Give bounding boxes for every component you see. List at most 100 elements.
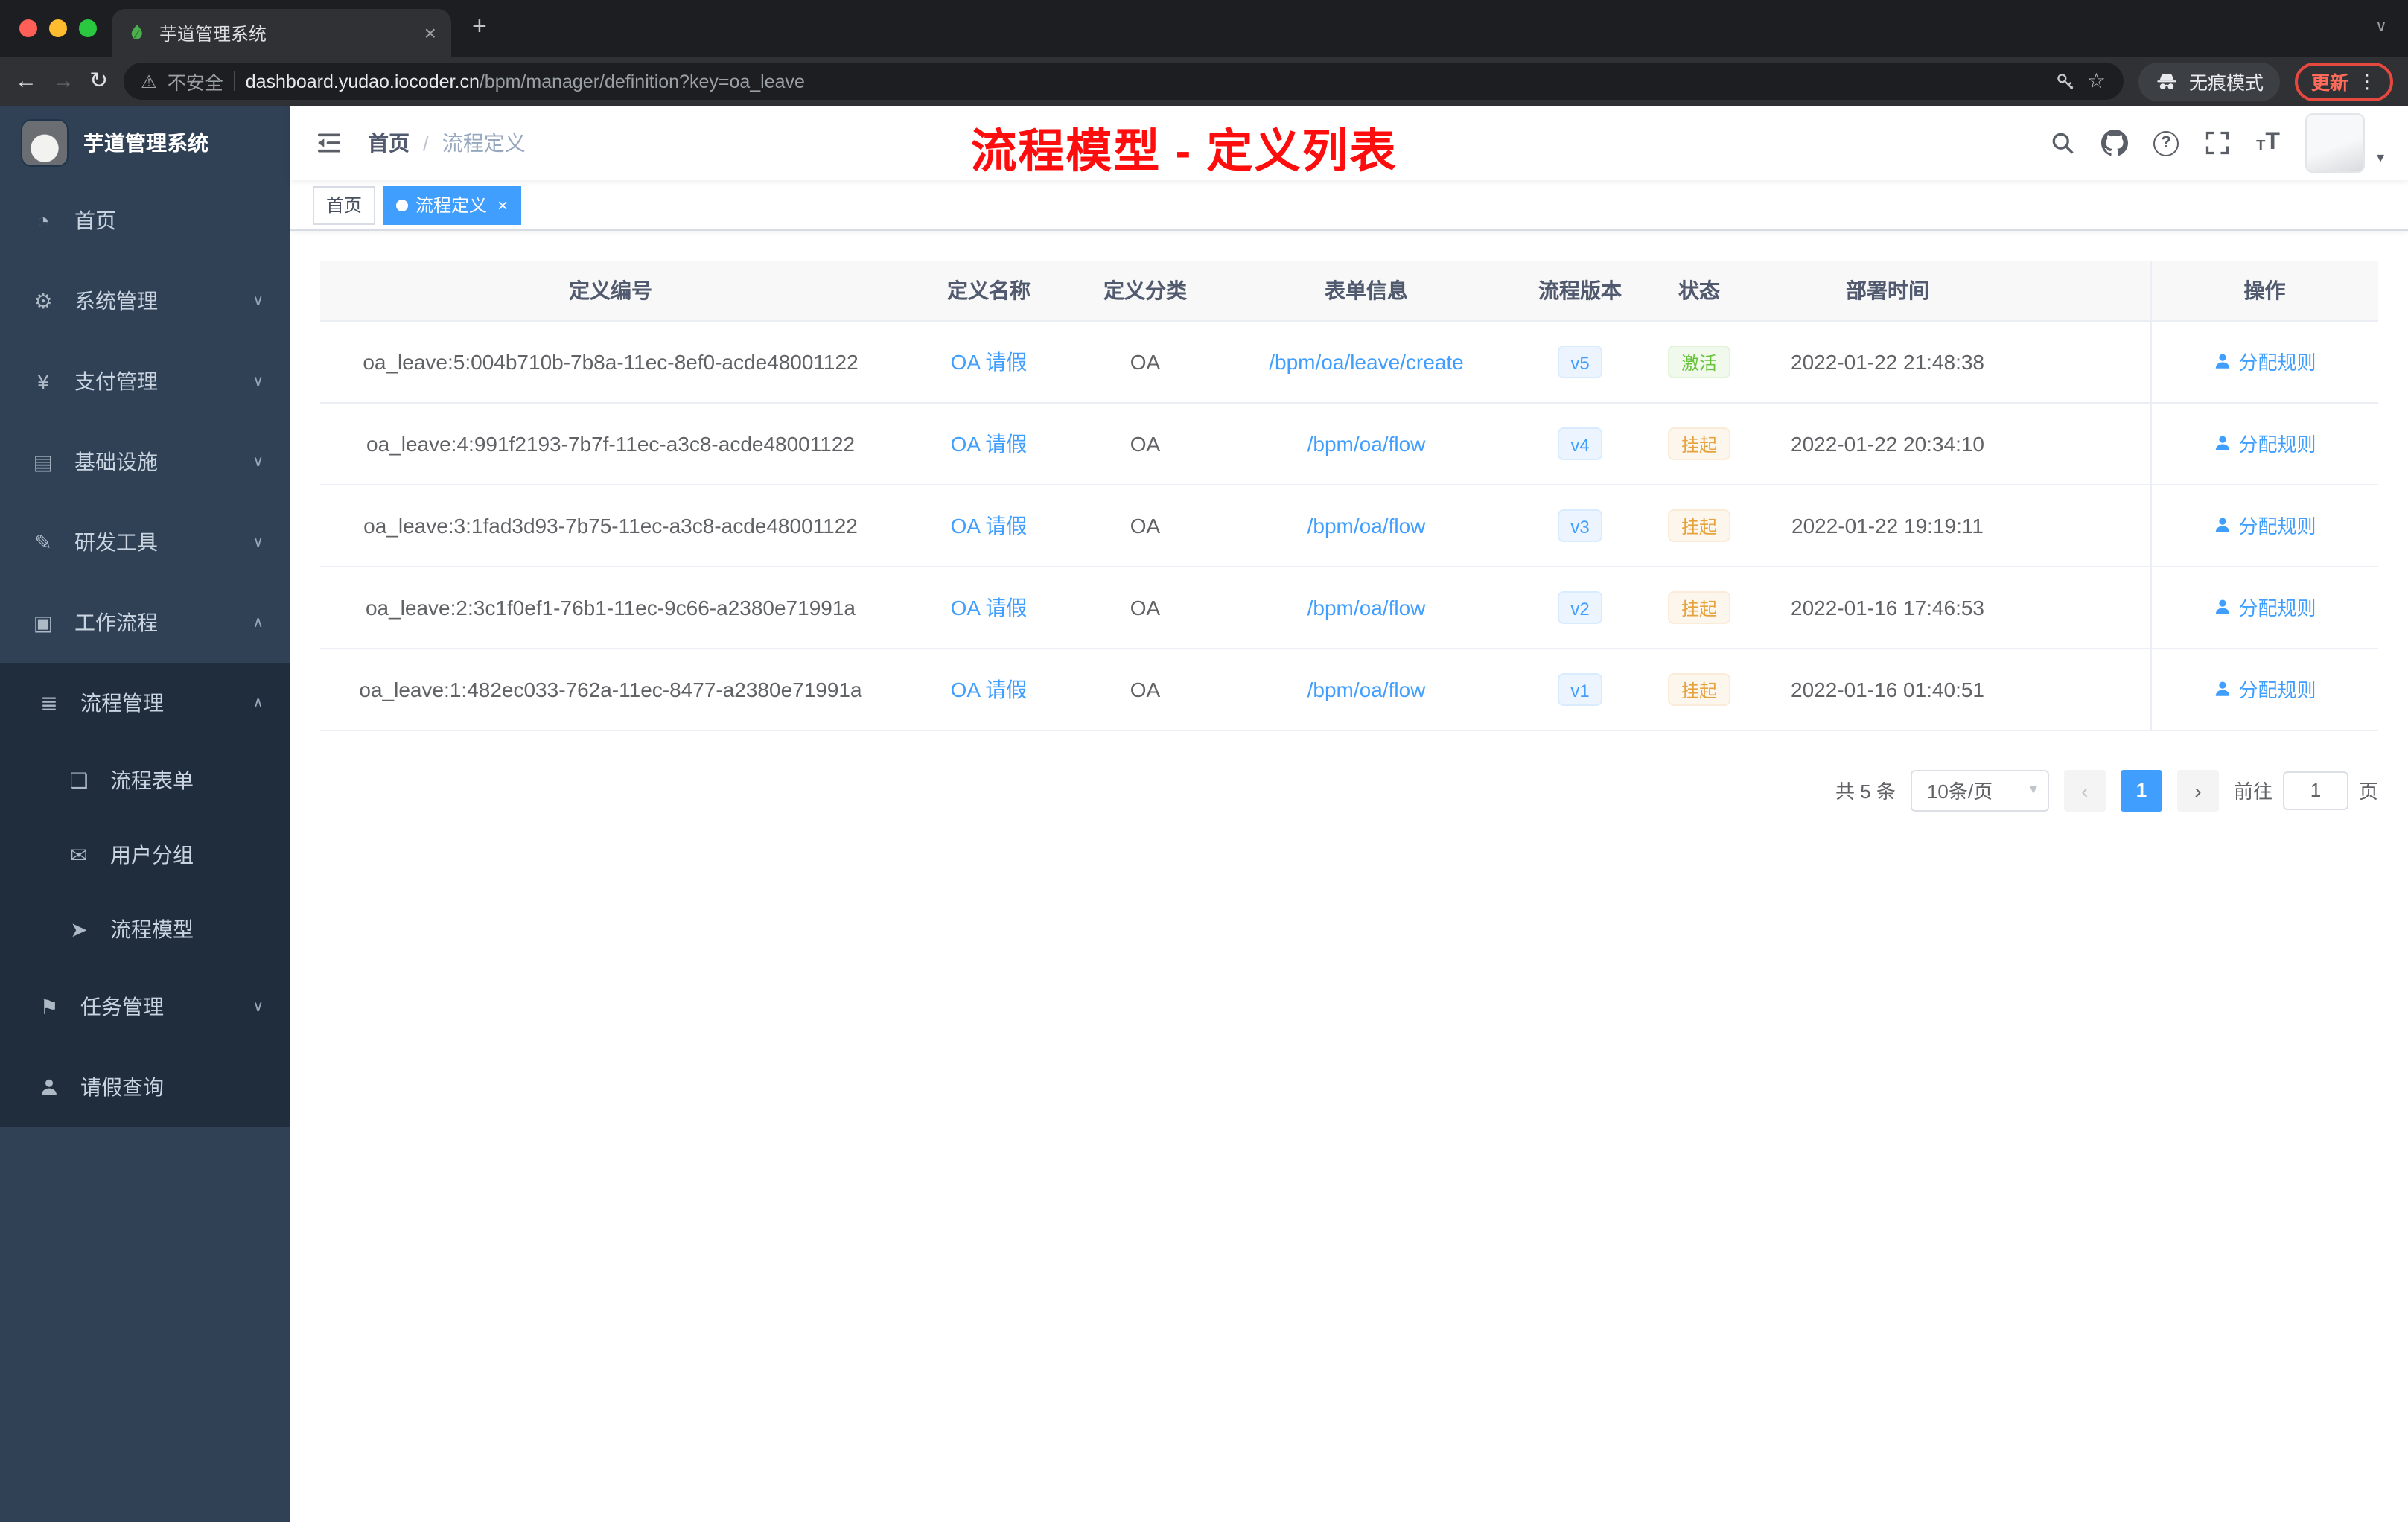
cell-filler [2018,402,2150,485]
definition-name-link[interactable]: OA 请假 [951,677,1028,701]
user-avatar[interactable] [2305,113,2365,173]
close-window-button[interactable] [19,19,37,37]
form-info-link[interactable]: /bpm/oa/flow [1307,431,1426,455]
forward-button[interactable]: → [52,70,74,92]
omnibox-divider [233,71,235,91]
fullscreen-icon[interactable] [2204,130,2231,156]
table-row: oa_leave:5:004b710b-7b8a-11ec-8ef0-acde4… [320,320,2378,403]
cell-deploy-time: 2022-01-22 21:48:38 [1757,320,2018,403]
sidebar-logo[interactable]: 芋道管理系统 [0,106,290,180]
zoom-window-button[interactable] [79,19,97,37]
assign-rule-button[interactable]: 分配规则 [2213,429,2316,457]
sidebar-item-system[interactable]: ⚙ 系统管理 ∨ [0,261,290,341]
tag-close-icon[interactable]: × [497,194,508,215]
page-number-button[interactable]: 1 [2120,769,2162,811]
assign-rule-button[interactable]: 分配规则 [2213,347,2316,375]
cell-deploy-time: 2022-01-16 17:46:53 [1757,566,2018,649]
sidebar-item-user-group[interactable]: ✉ 用户分组 [0,818,290,892]
sidebar-item-home[interactable]: ◔ 首页 [0,180,290,261]
cell-definition-id: oa_leave:4:991f2193-7b7f-11ec-a3c8-acde4… [320,402,901,485]
chevron-down-icon: ∨ [252,293,264,309]
sidebar-item-process-form[interactable]: ❏ 流程表单 [0,743,290,818]
reload-button[interactable]: ↻ [89,70,108,92]
tab-close-icon[interactable]: × [424,21,436,45]
definition-name-link[interactable]: OA 请假 [951,513,1028,537]
col-process-version: 流程版本 [1519,261,1641,321]
cell-filler [2018,320,2150,403]
prev-page-button[interactable]: ‹ [2063,769,2106,811]
security-warning-icon: ⚠ [141,71,157,92]
sidebar-item-infrastructure[interactable]: ▤ 基础设施 ∨ [0,421,290,502]
select-caret-icon: ▾ [2029,782,2037,798]
sidebar-item-workflow[interactable]: ▣ 工作流程 ∧ [0,582,290,663]
active-tag-dot [396,199,409,211]
browser-tab[interactable]: 芋道管理系统 × [112,9,451,57]
form-info-link[interactable]: /bpm/oa/leave/create [1269,349,1464,373]
incognito-badge[interactable]: 无痕模式 [2138,62,2280,101]
sidebar-item-process-model[interactable]: ➤ 流程模型 [0,892,290,967]
definition-table: 定义编号 定义名称 定义分类 表单信息 流程版本 状态 部署时间 操作 oa_l… [320,261,2378,730]
cell-definition-id: oa_leave:1:482ec033-762a-11ec-8477-a2380… [320,648,901,730]
security-label[interactable]: 不安全 [168,67,223,95]
tag-home[interactable]: 首页 [313,185,376,224]
sidebar-item-payment[interactable]: ¥ 支付管理 ∨ [0,341,290,421]
next-page-button[interactable]: › [2176,769,2219,811]
tab-search-icon[interactable]: ∨ [2375,16,2387,36]
sidebar-item-task-manage[interactable]: ⚑ 任务管理 ∨ [0,967,290,1047]
search-icon[interactable] [2049,130,2076,156]
github-icon[interactable] [2101,130,2129,156]
form-info-link[interactable]: /bpm/oa/flow [1307,677,1426,701]
cell-definition-id: oa_leave:2:3c1f0ef1-76b1-11ec-9c66-a2380… [320,566,901,649]
back-button[interactable]: ← [15,70,37,92]
navbar-actions: ? TT ▾ [2049,113,2384,173]
task-icon: ⚑ [39,994,59,1018]
chevron-down-icon: ∨ [252,534,264,550]
col-form-info: 表单信息 [1214,261,1519,321]
form-info-link[interactable]: /bpm/oa/flow [1307,513,1426,537]
chevron-up-icon: ∧ [252,695,264,711]
page-jumper: 前往 页 [2234,771,2378,809]
goto-page-input[interactable] [2282,771,2348,809]
sidebar-item-process-manage[interactable]: ≣ 流程管理 ∧ [0,663,290,743]
sidebar-item-leave-query[interactable]: 请假查询 [0,1047,290,1127]
avatar-caret-icon[interactable]: ▾ [2377,150,2384,167]
admin-app: 芋道管理系统 ◔ 首页 ⚙ 系统管理 ∨ ¥ 支付管理 ∨ ▤ 基础设施 ∨ ✎… [0,106,2408,1522]
breadcrumb-home[interactable]: 首页 [368,128,410,158]
font-size-icon[interactable]: TT [2256,130,2280,155]
form-info-link[interactable]: /bpm/oa/flow [1307,595,1426,619]
assign-rule-button[interactable]: 分配规则 [2213,675,2316,703]
minimize-window-button[interactable] [49,19,67,37]
status-badge: 挂起 [1667,427,1730,459]
sidebar-item-devtools[interactable]: ✎ 研发工具 ∨ [0,502,290,582]
gear-icon: ⚙ [34,288,53,312]
tag-process-definition[interactable]: 流程定义 × [383,185,522,224]
cell-category: OA [1077,402,1214,485]
kebab-menu-icon: ⋮ [2357,69,2377,92]
password-key-icon[interactable] [2056,71,2077,92]
yen-icon: ¥ [37,369,49,393]
person-icon [2216,681,2230,696]
site-favicon-icon [127,22,147,43]
definition-name-link[interactable]: OA 请假 [951,431,1028,455]
person-icon [2216,599,2230,614]
cell-category: OA [1077,648,1214,730]
cell-filler [2018,484,2150,567]
page-url[interactable]: dashboard.yudao.iocoder.cn/bpm/manager/d… [246,71,805,92]
browser-update-menu-button[interactable]: 更新 ⋮ [2294,62,2393,101]
incognito-icon [2157,73,2176,89]
new-tab-button[interactable]: + [472,12,487,42]
page-size-select[interactable]: 10条/页 ▾ [1910,769,2049,811]
workflow-submenu: ≣ 流程管理 ∧ ❏ 流程表单 ✉ 用户分组 ➤ 流程模型 ⚑ 任务管理 ∨ 请… [0,663,290,1127]
definition-name-link[interactable]: OA 请假 [951,349,1028,373]
devtools-icon: ✎ [34,529,52,553]
annotation-overlay: 流程模型 - 定义列表 [970,125,1398,177]
menu-fold-icon[interactable] [314,128,344,158]
assign-rule-button[interactable]: 分配规则 [2213,593,2316,621]
assign-rule-button[interactable]: 分配规则 [2213,511,2316,539]
help-icon[interactable]: ? [2153,130,2179,156]
sidebar: 芋道管理系统 ◔ 首页 ⚙ 系统管理 ∨ ¥ 支付管理 ∨ ▤ 基础设施 ∨ ✎… [0,106,290,1522]
address-bar[interactable]: ⚠ 不安全 dashboard.yudao.iocoder.cn/bpm/man… [123,63,2124,100]
definition-name-link[interactable]: OA 请假 [951,595,1028,619]
bookmark-star-icon[interactable]: ☆ [2087,69,2106,94]
col-deploy-time: 部署时间 [1757,261,2018,321]
